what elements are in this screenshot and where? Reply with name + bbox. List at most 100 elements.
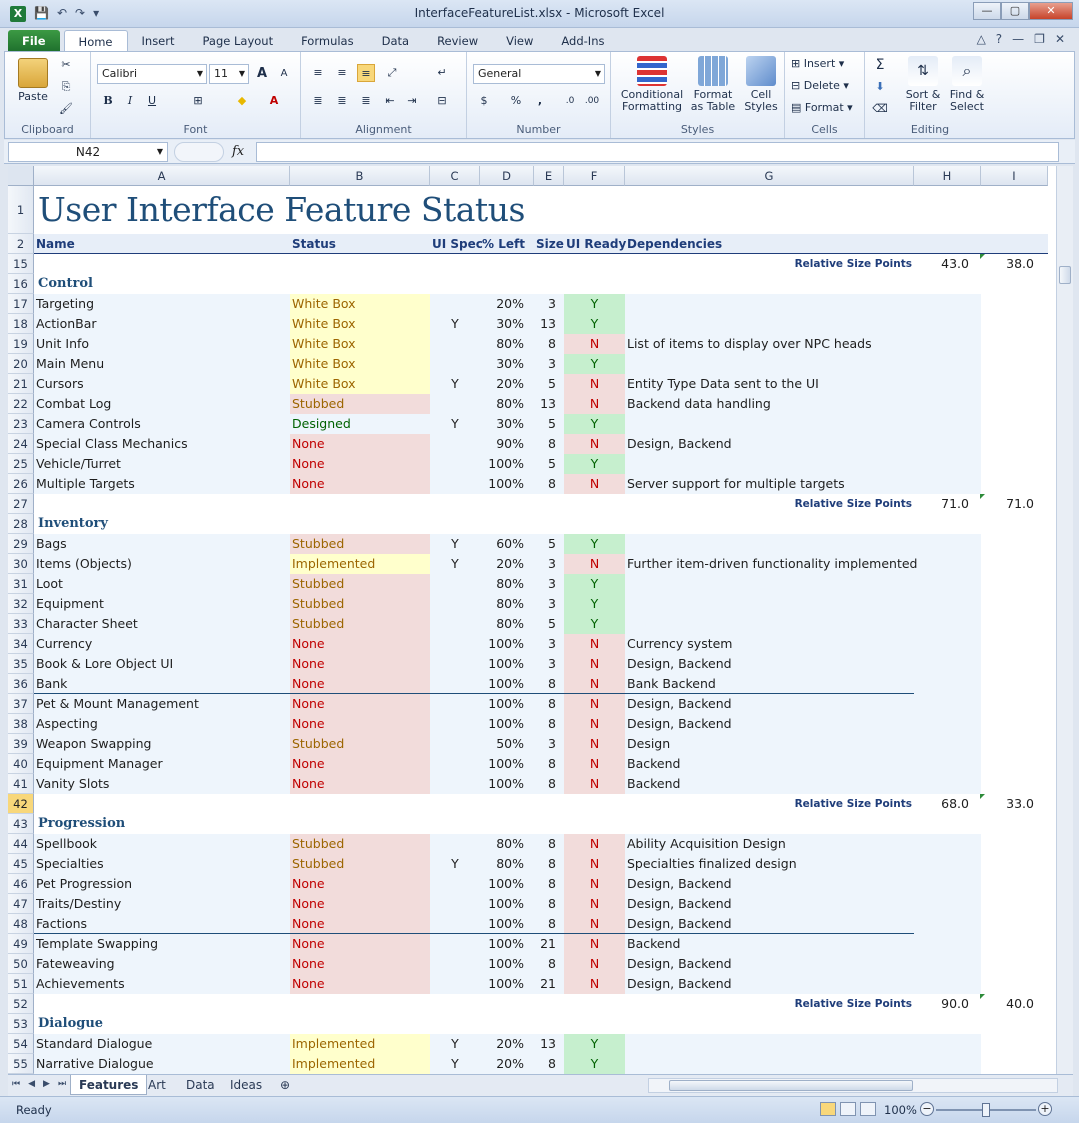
worksheet-grid[interactable]: A B C D E F G H I 1 User Interface Feature Status 2… xyxy=(8,166,1056,1074)
doc-restore-icon[interactable]: ❐ xyxy=(1034,32,1045,46)
row-header[interactable]: 16 xyxy=(8,274,34,294)
maximize-button[interactable]: ▢ xyxy=(1001,2,1029,20)
conditional-formatting-button[interactable]: Conditional Formatting xyxy=(617,56,687,113)
row-header[interactable]: 42 xyxy=(8,794,34,814)
doc-close-icon[interactable]: ✕ xyxy=(1055,32,1065,46)
tab-formulas[interactable]: Formulas xyxy=(287,30,368,52)
tab-page-layout[interactable]: Page Layout xyxy=(189,30,288,52)
tab-data[interactable]: Data xyxy=(368,30,423,52)
row-header[interactable]: 38 xyxy=(8,714,34,734)
last-sheet-icon[interactable]: ⏭ xyxy=(58,1079,66,1089)
font-color-icon[interactable]: A xyxy=(265,92,283,110)
tab-view[interactable]: View xyxy=(492,30,547,52)
close-button[interactable]: ✕ xyxy=(1029,2,1073,20)
tab-home[interactable]: Home xyxy=(63,30,128,52)
paste-button[interactable]: Paste xyxy=(11,58,55,103)
underline-button[interactable]: U xyxy=(143,92,161,110)
align-center-icon[interactable]: ≣ xyxy=(333,92,351,110)
ribbon-collapse-icon[interactable]: △ xyxy=(977,32,986,46)
format-as-table-button[interactable]: Format as Table xyxy=(687,56,739,113)
row-header[interactable]: 33 xyxy=(8,614,34,634)
currency-button[interactable]: $ xyxy=(475,92,493,110)
row-header[interactable]: 45 xyxy=(8,854,34,874)
format-cells-button[interactable]: ▤ Format ▾ xyxy=(791,102,853,114)
row-header[interactable]: 22 xyxy=(8,394,34,414)
first-sheet-icon[interactable]: ⏮ xyxy=(12,1079,20,1089)
horizontal-scroll-thumb[interactable] xyxy=(669,1080,913,1091)
row-header[interactable]: 27 xyxy=(8,494,34,514)
page-layout-view-icon[interactable] xyxy=(840,1102,856,1116)
zoom-out-icon[interactable]: − xyxy=(920,1102,934,1116)
italic-button[interactable]: I xyxy=(121,92,139,110)
page-break-view-icon[interactable] xyxy=(860,1102,876,1116)
zoom-slider-thumb[interactable] xyxy=(982,1103,990,1117)
wrap-text-icon[interactable]: ↵ xyxy=(433,64,451,82)
column-header-c[interactable]: C xyxy=(430,166,480,186)
align-bottom-icon[interactable]: ≡ xyxy=(357,64,375,82)
orientation-icon[interactable]: ⤢ xyxy=(383,64,401,82)
normal-view-icon[interactable] xyxy=(820,1102,836,1116)
tab-review[interactable]: Review xyxy=(423,30,492,52)
row-header[interactable]: 24 xyxy=(8,434,34,454)
insert-sheet-icon[interactable]: ⊕ xyxy=(272,1075,298,1095)
delete-cells-button[interactable]: ⊟ Delete ▾ xyxy=(791,80,849,92)
row-header[interactable]: 40 xyxy=(8,754,34,774)
align-top-icon[interactable]: ≡ xyxy=(309,64,327,82)
row-header[interactable]: 36 xyxy=(8,674,34,694)
autosum-button[interactable]: Σ xyxy=(871,56,889,74)
row-header[interactable]: 37 xyxy=(8,694,34,714)
fill-color-icon[interactable]: ◆ xyxy=(233,92,251,110)
find-select-button[interactable]: ⌕ Find & Select xyxy=(945,56,989,113)
tab-file[interactable]: File xyxy=(8,30,60,52)
sheet-tab-features[interactable]: Features xyxy=(70,1075,148,1095)
row-header[interactable]: 31 xyxy=(8,574,34,594)
row-header[interactable]: 30 xyxy=(8,554,34,574)
row-header[interactable]: 43 xyxy=(8,814,34,834)
column-header-b[interactable]: B xyxy=(290,166,430,186)
row-header[interactable]: 35 xyxy=(8,654,34,674)
column-header-f[interactable]: F xyxy=(564,166,625,186)
row-header[interactable]: 52 xyxy=(8,994,34,1014)
row-header[interactable]: 28 xyxy=(8,514,34,534)
column-header-a[interactable]: A xyxy=(34,166,290,186)
row-header[interactable]: 51 xyxy=(8,974,34,994)
grow-font-button[interactable]: A xyxy=(253,65,271,83)
sheet-tab-data[interactable]: Data xyxy=(178,1075,223,1095)
vertical-scrollbar[interactable] xyxy=(1056,166,1073,1074)
row-header[interactable]: 47 xyxy=(8,894,34,914)
comma-button[interactable]: , xyxy=(531,92,549,110)
tab-insert[interactable]: Insert xyxy=(128,30,189,52)
column-header-h[interactable]: H xyxy=(914,166,981,186)
column-header-e[interactable]: E xyxy=(534,166,564,186)
row-header[interactable]: 15 xyxy=(8,254,34,274)
row-header[interactable]: 48 xyxy=(8,914,34,934)
sheet-tab-ideas[interactable]: Ideas xyxy=(222,1075,270,1095)
row-header[interactable]: 26 xyxy=(8,474,34,494)
tab-add-ins[interactable]: Add-Ins xyxy=(547,30,618,52)
align-middle-icon[interactable]: ≡ xyxy=(333,64,351,82)
row-header[interactable]: 32 xyxy=(8,594,34,614)
row-header[interactable]: 53 xyxy=(8,1014,34,1034)
row-header[interactable]: 44 xyxy=(8,834,34,854)
insert-function-button[interactable]: fx xyxy=(232,144,244,159)
select-all-corner[interactable] xyxy=(8,166,34,186)
row-header[interactable]: 49 xyxy=(8,934,34,954)
row-header[interactable]: 34 xyxy=(8,634,34,654)
row-header[interactable]: 2 xyxy=(8,234,34,254)
help-icon[interactable]: ? xyxy=(996,32,1002,46)
align-left-icon[interactable]: ≣ xyxy=(309,92,327,110)
row-header[interactable]: 20 xyxy=(8,354,34,374)
minimize-button[interactable]: — xyxy=(973,2,1001,20)
row-header[interactable]: 39 xyxy=(8,734,34,754)
insert-cells-button[interactable]: ⊞ Insert ▾ xyxy=(791,58,844,70)
row-header[interactable]: 25 xyxy=(8,454,34,474)
formula-input[interactable] xyxy=(256,142,1059,162)
increase-indent-icon[interactable]: ⇥ xyxy=(403,92,421,110)
increase-decimal-icon[interactable]: .0 xyxy=(561,92,579,110)
shrink-font-button[interactable]: A xyxy=(275,65,293,83)
row-header[interactable]: 23 xyxy=(8,414,34,434)
number-format-select[interactable]: General ▼ xyxy=(473,64,605,84)
prev-sheet-icon[interactable]: ◀ xyxy=(28,1079,35,1089)
bold-button[interactable]: B xyxy=(99,92,117,110)
percent-button[interactable]: % xyxy=(507,92,525,110)
